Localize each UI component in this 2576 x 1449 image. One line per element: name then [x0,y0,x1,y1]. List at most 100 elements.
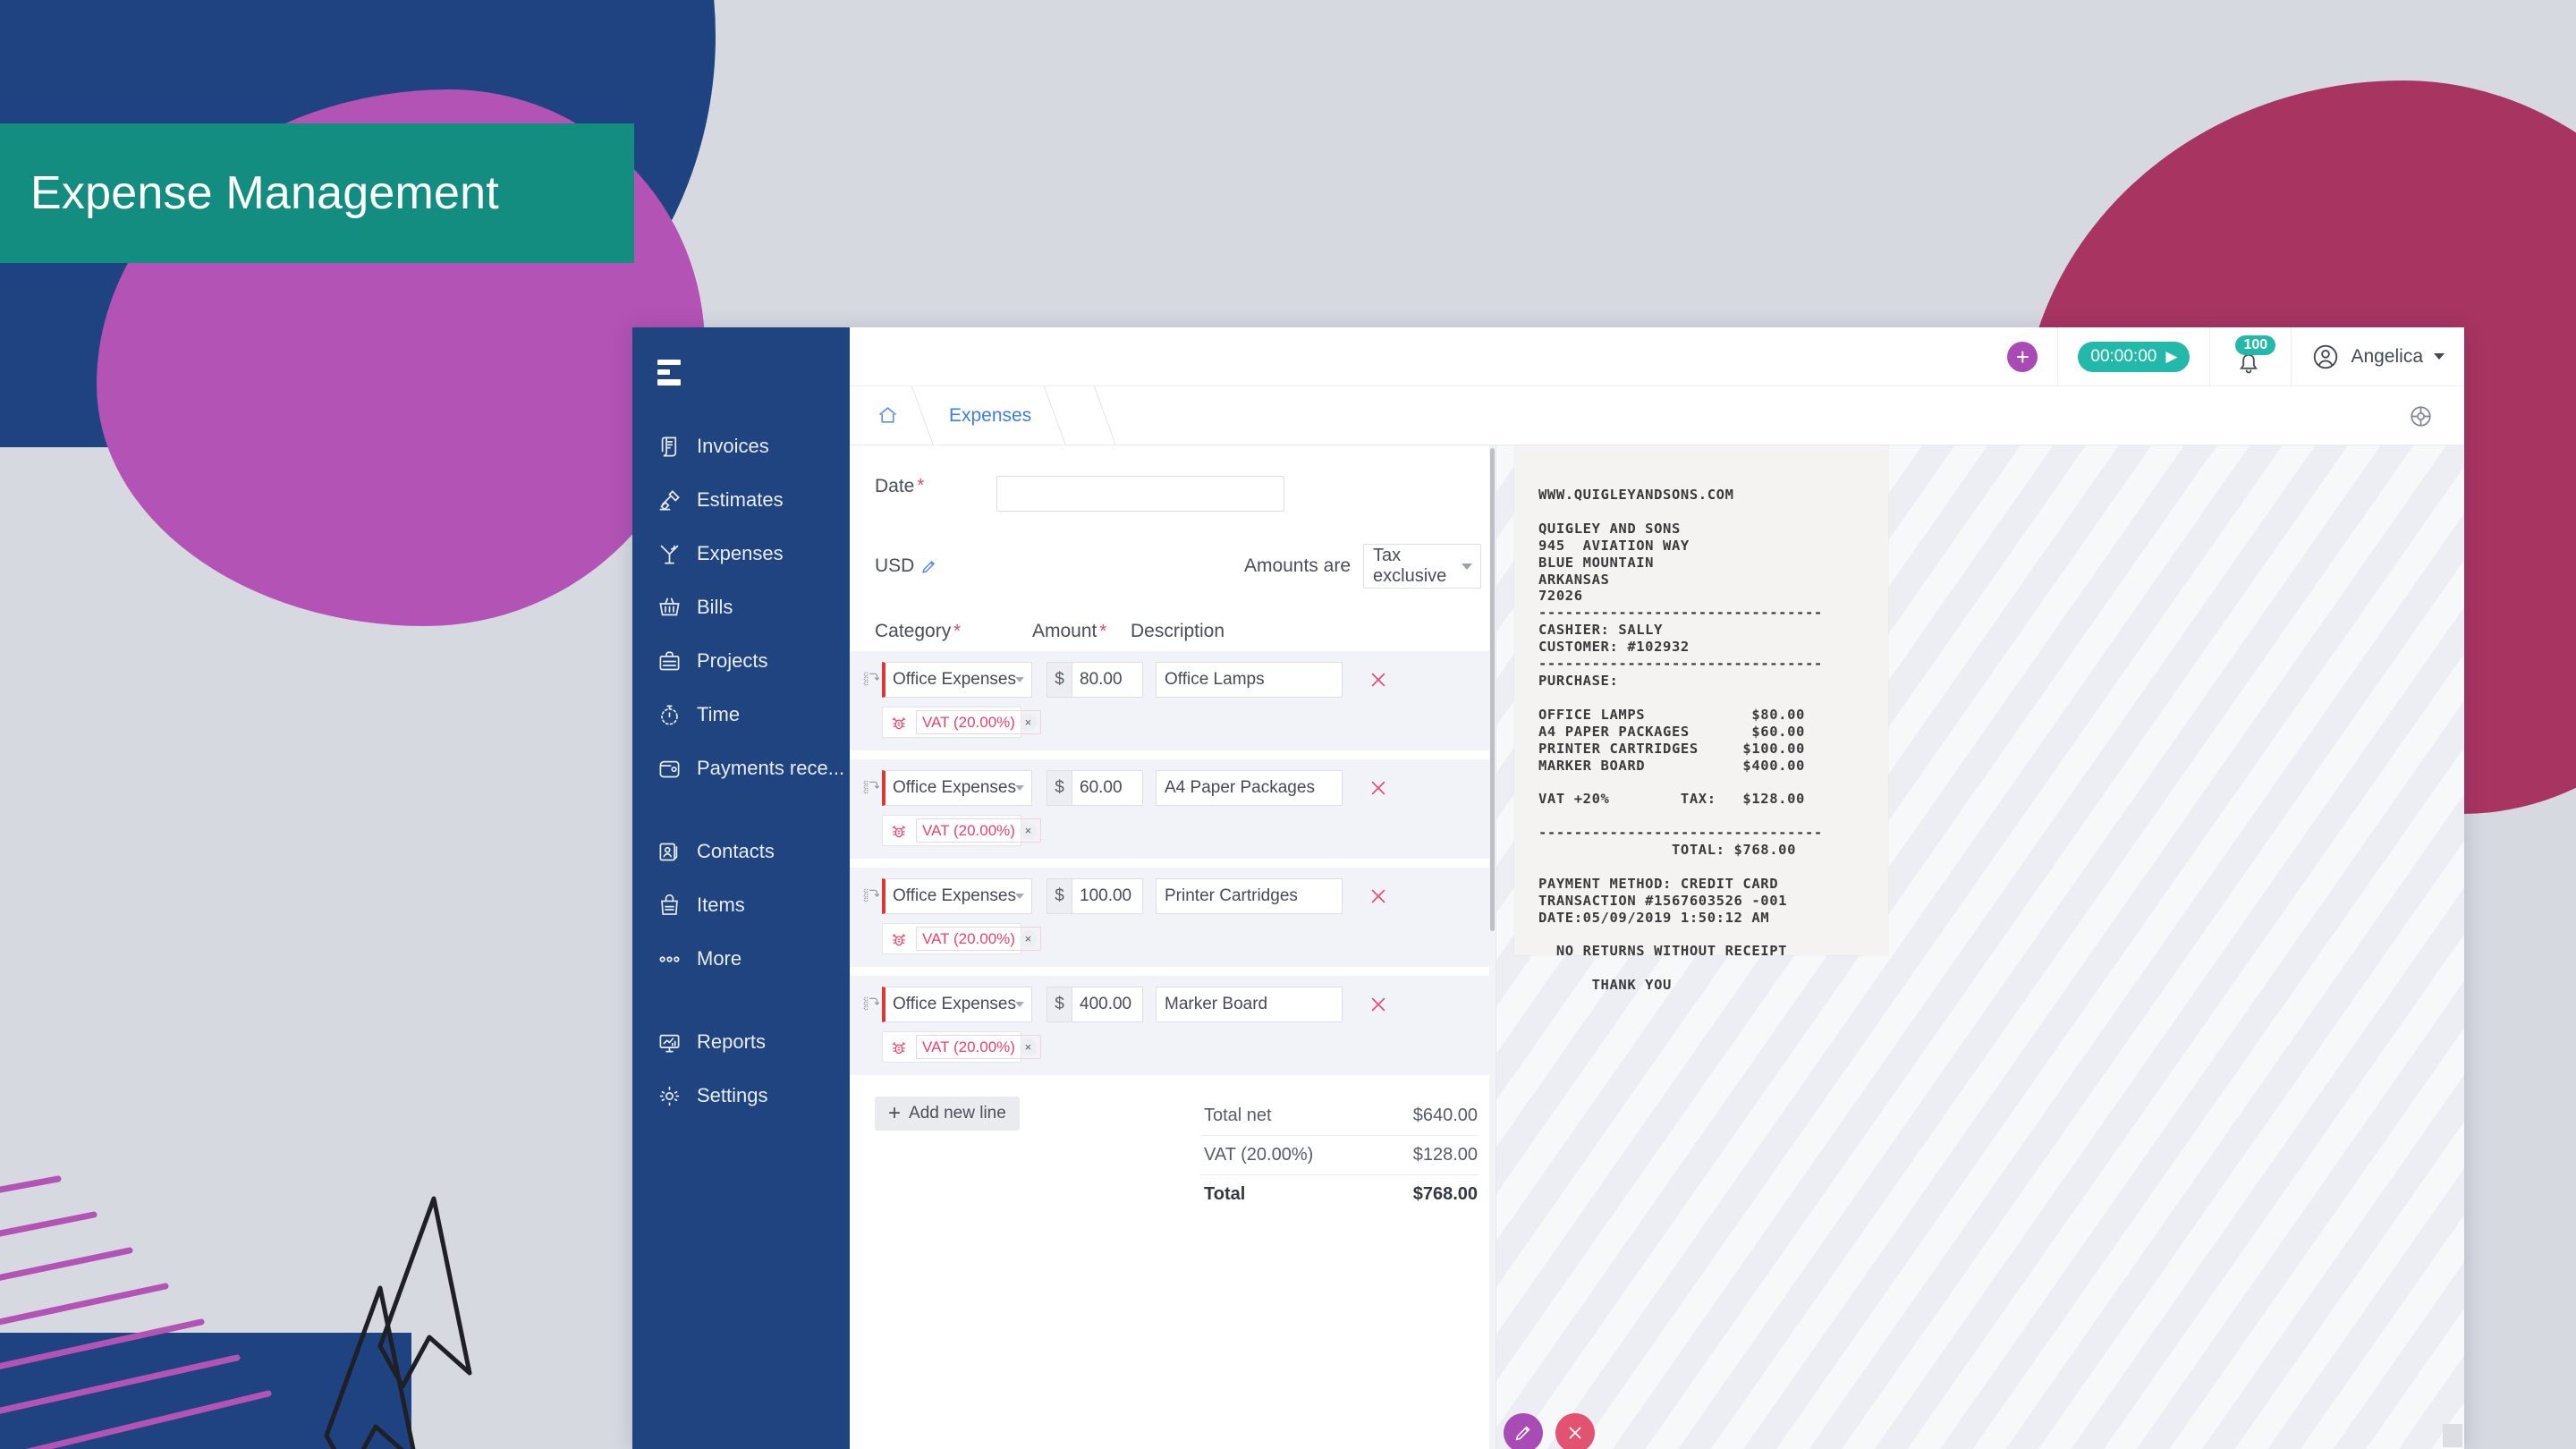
sidebar-item-invoices[interactable]: Invoices [632,419,850,473]
amount-input[interactable] [1072,770,1143,806]
edit-receipt-button[interactable] [1504,1413,1543,1449]
currency-symbol: $ [1046,878,1072,914]
breadcrumb-trailing [1055,386,1105,445]
delete-row-button[interactable] [1367,668,1390,691]
breadcrumb-home[interactable] [850,386,922,445]
delete-row-button[interactable] [1367,993,1390,1016]
tax-remove-button[interactable]: × [1019,930,1037,947]
sidebar-item-expenses[interactable]: Expenses [632,527,850,580]
tax-chip[interactable]: VAT (20.00%) × [916,927,1041,951]
hamburger-bar [657,369,670,375]
sidebar-item-payments-received[interactable]: Payments rece... [632,741,850,795]
tax-bug-icon[interactable] [889,1038,909,1057]
tax-chip-container: VAT (20.00%) × [882,707,1041,738]
notifications-cell: 100 [2209,327,2291,386]
tax-chip-container: VAT (20.00%) × [882,923,1041,954]
sidebar-item-more[interactable]: More [632,932,850,986]
user-menu[interactable]: Angelica [2291,327,2464,386]
line-row-fields: Office Expenses $ [859,878,1496,914]
grand-total-label: Total [1204,1184,1246,1204]
amount-group: $ [1046,770,1143,806]
sidebar-item-time[interactable]: Time [632,688,850,741]
amounts-are-select[interactable]: Tax exclusive [1363,544,1481,589]
amount-input[interactable] [1072,987,1143,1022]
description-input[interactable] [1156,987,1343,1022]
close-icon [1371,673,1385,687]
category-select[interactable]: Office Expenses [882,878,1032,914]
sidebar-item-reports[interactable]: Reports [632,1015,850,1069]
add-new-button[interactable]: + [2007,341,2038,372]
breadcrumb: Expenses [850,386,2464,445]
drag-handle-icon[interactable] [859,670,882,690]
sidebar-item-settings[interactable]: Settings [632,1069,850,1123]
delete-row-button[interactable] [1367,776,1390,800]
chevron-down-icon [1462,563,1472,570]
table-row: Office Expenses $ [850,868,1496,967]
chevron-down-icon [2434,353,2445,360]
sidebar-item-label: Estimates [697,488,784,511]
page-title-banner: Expense Management [0,123,634,263]
grand-total-value: $768.00 [1412,1184,1478,1204]
sidebar-item-label: Invoices [697,435,769,457]
cursor-arrow-decoration [324,1196,472,1449]
amount-input[interactable] [1072,662,1143,698]
drag-handle-icon[interactable] [859,995,882,1014]
sidebar-item-label: Projects [697,649,768,672]
basket-icon [657,596,682,620]
sidebar: Invoices Estimates Expenses Bills Projec [632,327,850,1449]
sidebar-item-label: Payments rece... [697,757,845,779]
drag-handle-icon[interactable] [859,886,882,906]
sidebar-item-bills[interactable]: Bills [632,580,850,634]
sidebar-item-estimates[interactable]: Estimates [632,473,850,527]
target-icon[interactable] [2408,403,2434,434]
form-scrollbar-track[interactable] [1489,445,1496,1449]
add-new-line-button[interactable]: + Add new line [875,1097,1020,1131]
sidebar-item-items[interactable]: Items [632,878,850,932]
tax-bug-icon[interactable] [889,821,909,841]
delete-receipt-button[interactable] [1555,1413,1595,1449]
form-scrollbar-thumb[interactable] [1490,448,1495,931]
amount-input[interactable] [1072,878,1143,914]
receipt-scrollbar-thumb[interactable] [2443,1424,2462,1447]
tax-chip-container: VAT (20.00%) × [882,1031,1041,1063]
sidebar-item-label: Bills [697,596,733,618]
tax-chip[interactable]: VAT (20.00%) × [916,710,1041,734]
description-input[interactable] [1156,878,1343,914]
invoice-scroll-icon [657,435,682,459]
category-value: Office Expenses [893,670,1017,689]
tax-chip[interactable]: VAT (20.00%) × [916,1035,1041,1059]
date-input[interactable] [996,476,1285,512]
amounts-are-group: Amounts are Tax exclusive [1244,544,1481,589]
category-select[interactable]: Office Expenses [882,987,1032,1022]
tax-remove-button[interactable]: × [1019,714,1037,731]
delete-row-button[interactable] [1367,885,1390,908]
hamburger-icon[interactable] [632,347,850,386]
date-field-row: Date * [850,445,1496,512]
tax-bug-icon[interactable] [889,713,909,733]
add-new-line-label: Add new line [909,1104,1006,1123]
tax-chip[interactable]: VAT (20.00%) × [916,818,1041,843]
receipt-action-buttons [1504,1413,1595,1449]
tax-remove-button[interactable]: × [1019,1038,1037,1055]
content-split: Date * USD Amounts are Tax exclusive Cat… [850,445,2464,1449]
tax-label: VAT (20.00%) [922,929,1015,947]
tax-bug-icon[interactable] [889,929,909,949]
sidebar-item-contacts[interactable]: Contacts [632,825,850,878]
sidebar-item-label: Expenses [697,542,784,564]
sidebar-item-projects[interactable]: Projects [632,634,850,688]
timer-button[interactable]: 00:00:00 ▶ [2078,341,2190,372]
currency-label: USD [875,555,915,576]
pencil-icon[interactable] [920,558,937,575]
description-input[interactable] [1156,662,1343,698]
category-select[interactable]: Office Expenses [882,770,1032,806]
category-select[interactable]: Office Expenses [882,662,1032,698]
breadcrumb-expenses[interactable]: Expenses [922,386,1055,445]
drag-handle-icon[interactable] [859,778,882,798]
notifications-button[interactable]: 100 [2230,335,2276,376]
tax-remove-button[interactable]: × [1019,822,1037,839]
play-icon: ▶ [2165,347,2178,365]
avatar-icon [2314,344,2338,369]
amounts-are-label: Amounts are [1243,555,1351,576]
vat-row: VAT (20.00%) $128.00 [1200,1136,1478,1175]
description-input[interactable] [1156,770,1343,806]
